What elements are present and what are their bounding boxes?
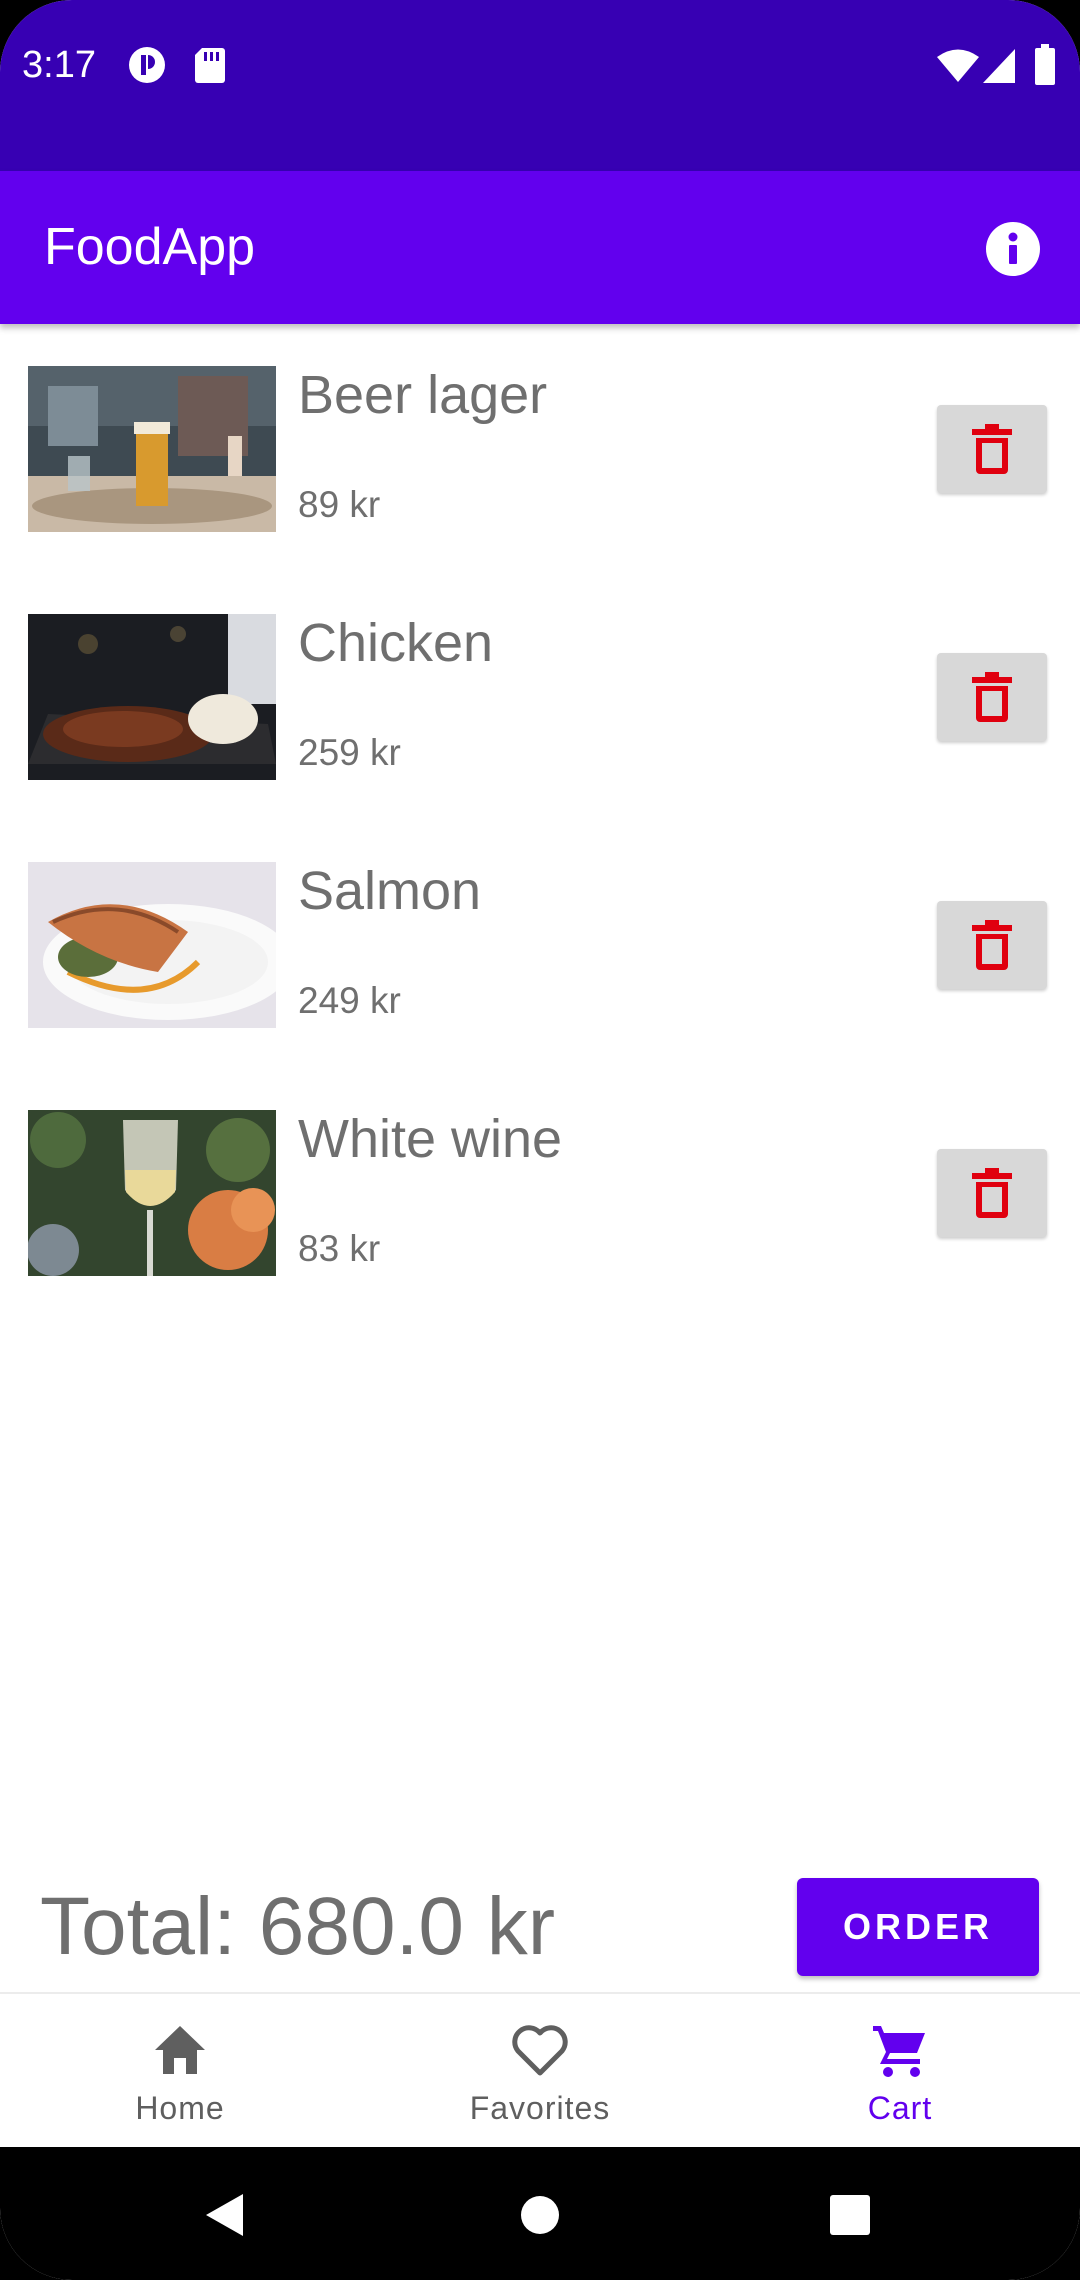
wine-photo — [28, 1110, 276, 1276]
battery-icon — [1035, 44, 1055, 85]
delete-button[interactable] — [937, 405, 1047, 493]
item-name: White wine — [298, 1109, 563, 1169]
recents-icon[interactable] — [830, 2195, 870, 2235]
nav-item-home[interactable]: Home — [0, 1994, 360, 2149]
cart-item: White wine 83 kr — [0, 1068, 1080, 1316]
item-price: 89 kr — [298, 484, 381, 525]
cart-icon — [873, 2026, 925, 2077]
item-name: Salmon — [298, 861, 482, 921]
cart-item: Chicken 259 kr — [0, 572, 1080, 820]
home-icon — [155, 2026, 205, 2074]
nav-label-cart: Cart — [867, 2090, 933, 2126]
nav-item-cart[interactable]: Cart — [720, 1994, 1080, 2149]
cart-item: Beer lager 89 kr — [0, 324, 1080, 572]
home-circle-icon[interactable] — [520, 2195, 560, 2235]
status-bar: 3:17 — [0, 0, 1080, 171]
trash-icon — [972, 424, 1012, 474]
beer-photo — [28, 366, 276, 532]
delete-button[interactable] — [937, 901, 1047, 989]
heart-icon — [512, 2025, 568, 2076]
chicken-photo — [28, 614, 276, 780]
podcast-icon — [129, 47, 165, 83]
order-button[interactable]: ORDER — [797, 1878, 1039, 1976]
back-icon[interactable] — [203, 2192, 247, 2238]
item-name: Beer lager — [298, 365, 548, 425]
status-time: 3:17 — [22, 44, 96, 86]
sd-card-icon — [195, 48, 225, 83]
delete-button[interactable] — [937, 1149, 1047, 1237]
nav-label-home: Home — [135, 2090, 225, 2126]
info-icon[interactable] — [984, 220, 1042, 278]
app-bar: FoodApp — [0, 171, 1080, 324]
bottom-navigation: Home Favorites Cart — [0, 1992, 1080, 2149]
cart-list: Beer lager 89 kr Chicken 259 kr Salmon 2… — [0, 324, 1080, 1316]
total-label: Total: 680.0 kr — [40, 1881, 556, 1972]
cart-item: Salmon 249 kr — [0, 820, 1080, 1068]
signal-icon — [983, 49, 1015, 83]
nav-item-favorites[interactable]: Favorites — [360, 1994, 720, 2149]
nav-label-favorites: Favorites — [469, 2090, 611, 2126]
item-name: Chicken — [298, 613, 494, 673]
system-navigation-bar — [0, 2147, 1080, 2280]
app-title: FoodApp — [44, 218, 256, 276]
item-price: 249 kr — [298, 980, 401, 1021]
item-price: 259 kr — [298, 732, 401, 773]
salmon-photo — [28, 862, 276, 1028]
trash-icon — [972, 1168, 1012, 1218]
wifi-icon — [937, 49, 979, 82]
trash-icon — [972, 920, 1012, 970]
trash-icon — [972, 672, 1012, 722]
app-screen: 3:17 FoodApp Beer lager 89 kr Chicken 25… — [0, 0, 1080, 2280]
delete-button[interactable] — [937, 653, 1047, 741]
item-price: 83 kr — [298, 1228, 381, 1269]
